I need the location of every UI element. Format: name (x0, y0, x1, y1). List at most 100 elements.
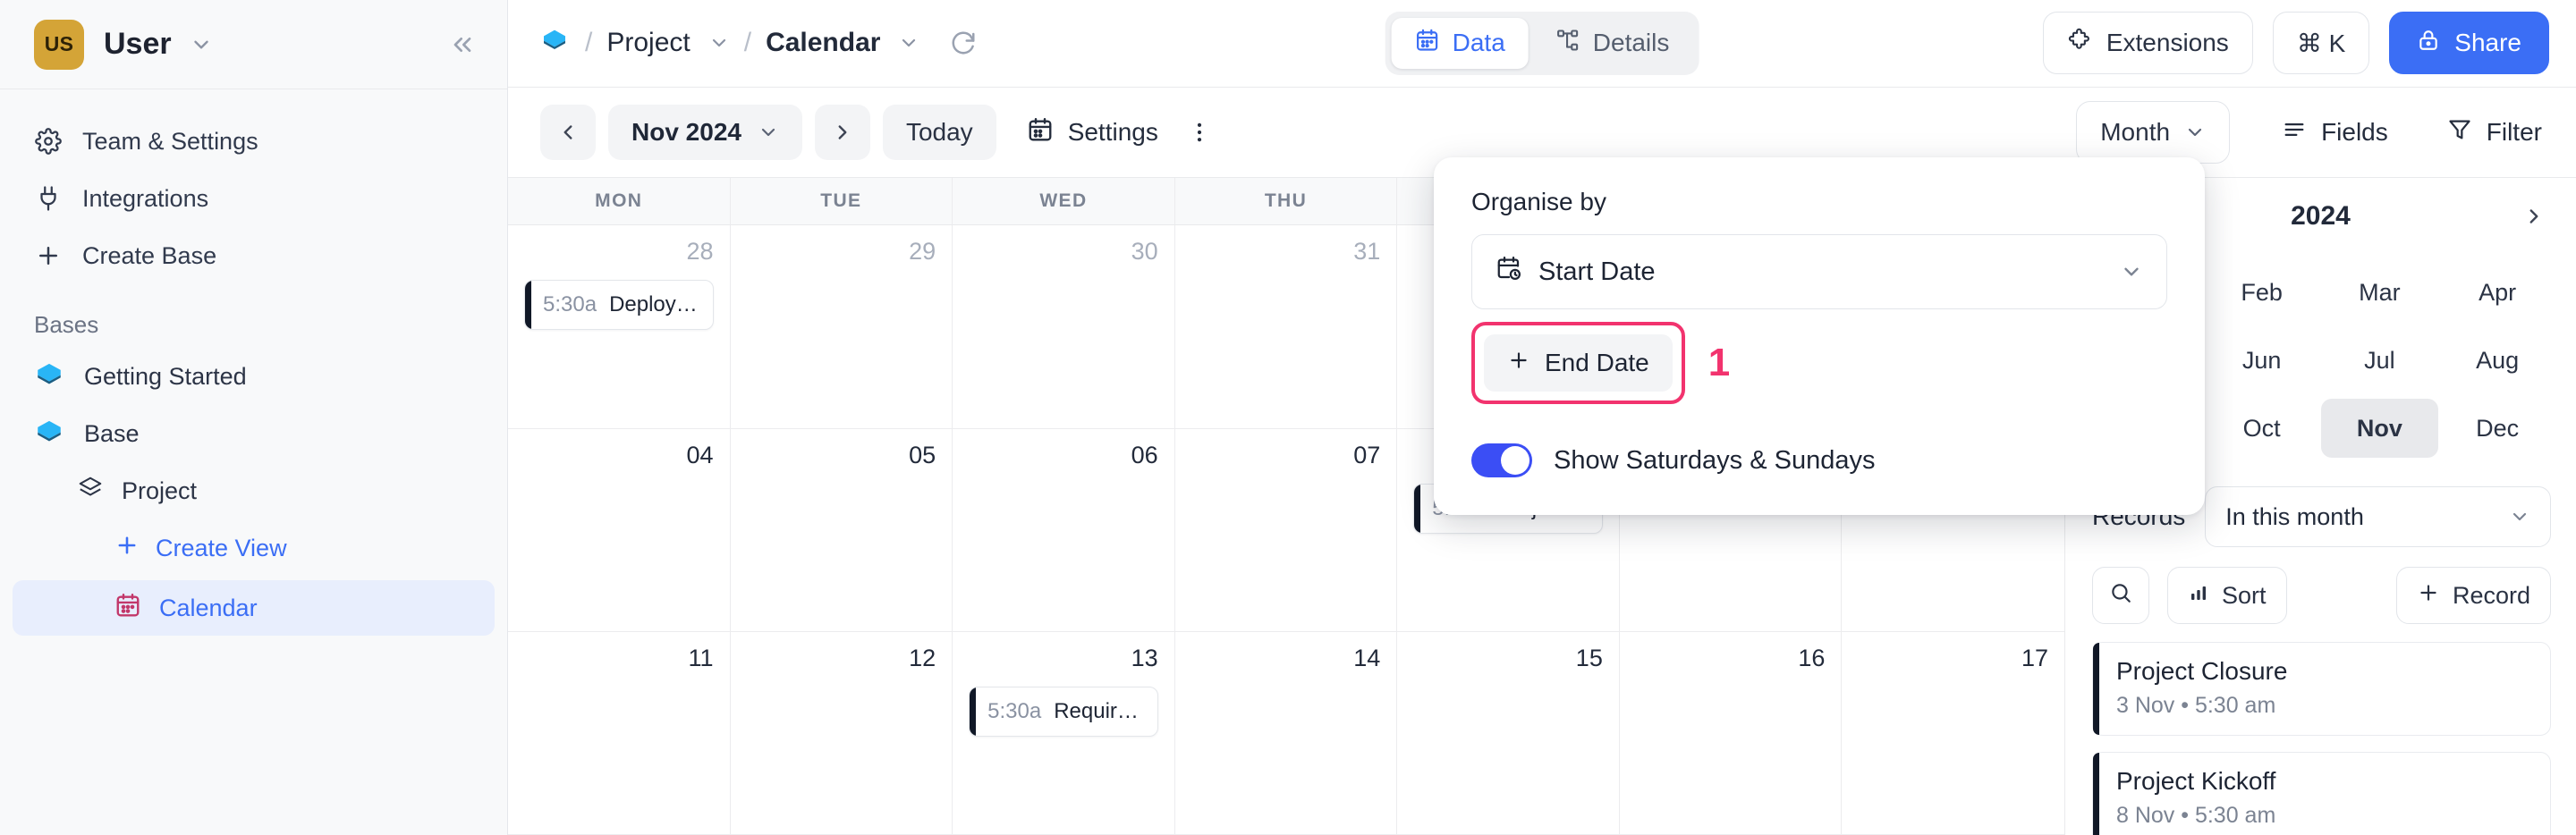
breadcrumb-project[interactable]: Project (606, 28, 690, 58)
next-month-button[interactable] (815, 105, 870, 160)
next-year-button[interactable] (2522, 205, 2546, 228)
month-picker-button[interactable]: Nov 2024 (608, 105, 802, 160)
show-weekends-row: Show Saturdays & Sundays (1471, 443, 2167, 477)
data-details-tabs: Data Details (1385, 12, 1699, 75)
sidebar-item-team-settings[interactable]: Team & Settings (0, 113, 507, 170)
calendar-day-cell[interactable]: 07 (1175, 429, 1398, 631)
organise-by-select[interactable]: Start Date (1471, 234, 2167, 309)
end-date-label: End Date (1545, 349, 1649, 377)
calendar-day-cell[interactable]: 17 (1842, 632, 2064, 834)
month-cell-aug[interactable]: Aug (2438, 331, 2556, 390)
add-end-date-button[interactable]: End Date (1484, 334, 1673, 392)
day-number: 17 (1858, 645, 2048, 672)
fields-button[interactable]: Fields (2275, 105, 2395, 160)
day-number: 07 (1191, 442, 1381, 469)
tab-label: Details (1593, 29, 1670, 57)
filter-label: Filter (2487, 118, 2542, 147)
calendar-day-cell[interactable]: 30 (953, 225, 1175, 427)
sidebar-create-view[interactable]: Create View (0, 519, 507, 577)
calendar-day-cell[interactable]: 11 (508, 632, 731, 834)
add-record-button[interactable]: Record (2396, 567, 2551, 624)
end-date-row: End Date 1 (1471, 322, 2167, 404)
calendar-day-cell[interactable]: 06 (953, 429, 1175, 631)
calendar-day-cell[interactable]: 135:30aRequire... (953, 632, 1175, 834)
refresh-icon[interactable] (950, 30, 977, 56)
chevron-down-icon[interactable] (190, 33, 213, 56)
records-filter-select[interactable]: In this month (2205, 486, 2551, 547)
calendar-day-cell[interactable]: 16 (1620, 632, 1843, 834)
month-cell-apr[interactable]: Apr (2438, 263, 2556, 322)
calendar-day-cell[interactable]: 31 (1175, 225, 1398, 427)
calendar-day-cell[interactable]: 14 (1175, 632, 1398, 834)
record-meta: 8 Nov • 5:30 am (2116, 803, 2530, 829)
sidebar-table-project[interactable]: Project (0, 462, 507, 519)
extensions-button[interactable]: Extensions (2043, 12, 2253, 74)
records-list: Project Closure3 Nov • 5:30 am Project Ki… (2065, 624, 2576, 835)
record-card[interactable]: Project Closure3 Nov • 5:30 am (2092, 642, 2551, 736)
table-stack-icon (77, 475, 104, 508)
collapse-sidebar-icon[interactable] (448, 30, 477, 59)
event-time: 5:30a (543, 292, 597, 317)
calendar-day-cell[interactable]: 285:30aDeploym... (508, 225, 731, 427)
breadcrumb-view[interactable]: Calendar (766, 28, 880, 58)
top-bar-actions: Extensions ⌘ K Share (2043, 12, 2549, 74)
puzzle-icon (2067, 28, 2092, 59)
month-cell-mar[interactable]: Mar (2321, 263, 2439, 322)
sidebar-item-create-base[interactable]: Create Base (0, 227, 507, 284)
calendar-day-cell[interactable]: 05 (731, 429, 953, 631)
dow-label: TUE (731, 178, 953, 224)
month-cell-oct[interactable]: Oct (2203, 399, 2321, 458)
calendar-event[interactable]: 5:30aDeploym... (524, 280, 714, 330)
sidebar-item-label: Team & Settings (82, 128, 258, 156)
month-cell-jun[interactable]: Jun (2203, 331, 2321, 390)
calendar-event[interactable]: 5:30aRequire... (969, 687, 1158, 737)
top-bar: / Project / Calendar Data (508, 0, 2576, 88)
more-options-button[interactable] (1180, 105, 1219, 160)
calendar-day-cell[interactable]: 15 (1397, 632, 1620, 834)
sort-button[interactable]: Sort (2167, 567, 2287, 624)
command-k-button[interactable]: ⌘ K (2273, 12, 2369, 74)
sidebar-base-getting-started[interactable]: Getting Started (0, 348, 507, 405)
settings-button[interactable]: Settings (1020, 105, 1165, 160)
tab-data[interactable]: Data (1392, 18, 1529, 69)
sidebar: US User Team & Settings Integrations (0, 0, 508, 835)
main-area: / Project / Calendar Data (508, 0, 2576, 835)
end-date-highlight: End Date (1471, 322, 1685, 404)
chevron-down-icon[interactable] (898, 32, 919, 54)
sidebar-view-calendar[interactable]: Calendar (13, 580, 495, 636)
command-k-label: ⌘ K (2297, 29, 2345, 58)
search-records-button[interactable] (2092, 567, 2149, 624)
base-hex-icon (34, 418, 64, 449)
view-mode-button[interactable]: Month (2076, 101, 2230, 164)
calendar-day-cell[interactable]: 04 (508, 429, 731, 631)
show-weekends-toggle[interactable] (1471, 443, 1532, 477)
filter-button[interactable]: Filter (2440, 105, 2549, 160)
chevron-down-icon[interactable] (708, 32, 730, 54)
month-cell-jul[interactable]: Jul (2321, 331, 2439, 390)
share-label: Share (2454, 29, 2521, 57)
calendar-day-cell[interactable]: 12 (731, 632, 953, 834)
plug-icon (34, 184, 63, 213)
sidebar-item-integrations[interactable]: Integrations (0, 170, 507, 227)
tab-details[interactable]: Details (1532, 18, 1693, 69)
chevron-down-icon (2184, 122, 2206, 143)
sidebar-base-label: Base (84, 420, 140, 448)
breadcrumb-separator: / (585, 28, 592, 58)
plus-icon (1507, 349, 1530, 378)
month-cell-dec[interactable]: Dec (2438, 399, 2556, 458)
plus-icon (2417, 581, 2440, 611)
prev-month-button[interactable] (540, 105, 596, 160)
chevron-down-icon (2120, 260, 2143, 283)
share-button[interactable]: Share (2389, 12, 2549, 74)
record-card[interactable]: Project Kickoff 8 Nov • 5:30 am (2092, 752, 2551, 835)
sidebar-user-header[interactable]: US User (0, 0, 507, 89)
day-number: 12 (747, 645, 936, 672)
record-title: Project Kickoff (2116, 767, 2530, 796)
month-cell-feb[interactable]: Feb (2203, 263, 2321, 322)
sidebar-nav: Team & Settings Integrations Create Base (0, 89, 507, 284)
sidebar-base-base[interactable]: Base (0, 405, 507, 462)
month-cell-nov[interactable]: Nov (2321, 399, 2439, 458)
day-number: 05 (747, 442, 936, 469)
today-button[interactable]: Today (883, 105, 996, 160)
calendar-day-cell[interactable]: 29 (731, 225, 953, 427)
